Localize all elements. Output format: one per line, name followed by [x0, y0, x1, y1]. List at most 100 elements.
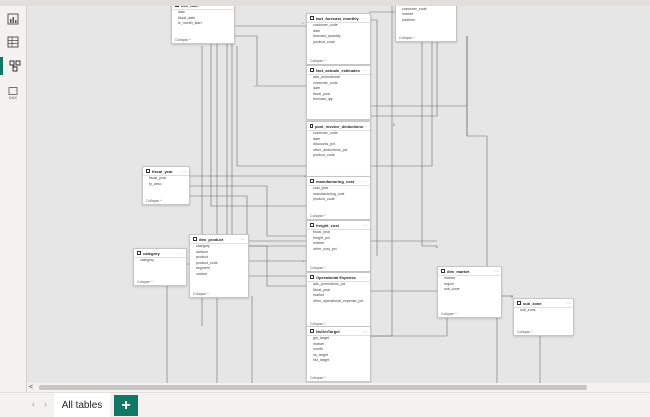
table-icon	[310, 124, 313, 128]
more-options-icon[interactable]: ···	[227, 6, 231, 8]
table-card-post-invoice-deductions[interactable]: post_invoice_deductions ··· customer_code…	[306, 121, 371, 177]
collapse-toggle[interactable]: Collapse ^	[310, 266, 326, 270]
table-card-category[interactable]: category ··· category Collapse ^	[133, 248, 187, 286]
previous-tab-arrow[interactable]: ‹	[32, 399, 35, 409]
next-tab-arrow[interactable]: ›	[44, 399, 47, 409]
more-options-icon[interactable]: ···	[241, 237, 245, 242]
table-title: category	[143, 250, 160, 256]
model-view-button[interactable]	[0, 57, 26, 75]
column-item[interactable]: platform	[396, 18, 456, 24]
table-card-nsgm-target[interactable]: NsGmTarget ··· gm_target market month ns_…	[306, 326, 371, 382]
bottom-tab-bar: ‹ › All tables +	[0, 392, 650, 417]
table-card-sub-zone[interactable]: sub_zone ··· sub_zone Collapse ^	[513, 298, 574, 336]
table-card-dim-date[interactable]: dim_date··· date fiscal_date is_month_st…	[171, 6, 235, 44]
column-item[interactable]: variant	[190, 272, 248, 278]
report-icon	[7, 13, 19, 25]
more-options-icon[interactable]: ···	[363, 124, 367, 129]
model-canvas[interactable]: 1* *1 *1 11 1* dim_date··· date fiscal_d…	[27, 6, 650, 383]
table-title: fact_forecast_monthly	[316, 15, 359, 21]
more-options-icon[interactable]: ···	[179, 251, 183, 256]
data-icon	[7, 36, 19, 48]
collapse-toggle[interactable]: Collapse ^	[146, 199, 162, 203]
table-icon	[441, 269, 445, 273]
table-title: dim_product	[199, 236, 224, 242]
collapse-toggle[interactable]: Collapse ^	[193, 292, 209, 296]
left-nav: DAX	[0, 6, 27, 392]
collapse-toggle[interactable]: Collapse ^	[517, 330, 533, 334]
table-icon	[310, 329, 314, 333]
table-card-manufacturing-cost[interactable]: manufacturing_cost ··· cost_year manufact…	[306, 176, 371, 220]
more-options-icon[interactable]: ···	[182, 169, 186, 174]
collapse-toggle[interactable]: Collapse ^	[310, 214, 326, 218]
table-icon	[193, 237, 197, 241]
column-item[interactable]: product_code	[307, 197, 370, 203]
column-item[interactable]: forecast_qty	[307, 97, 370, 103]
more-options-icon[interactable]: ···	[363, 179, 367, 184]
collapse-toggle[interactable]: Collapse ^	[310, 59, 326, 63]
svg-text:*: *	[254, 85, 256, 89]
table-icon	[310, 275, 314, 279]
report-view-button[interactable]	[4, 10, 22, 28]
add-layout-button[interactable]: +	[114, 395, 138, 416]
scroll-left-button[interactable]: <	[29, 383, 33, 392]
table-title: dim_date	[181, 6, 227, 8]
table-title: fact_actuals_estimates	[316, 67, 360, 73]
table-card-fact-actuals-estimates[interactable]: fact_actuals_estimates ··· add_promotiona…	[306, 65, 371, 120]
table-icon	[137, 251, 141, 255]
svg-text:1: 1	[393, 123, 395, 127]
dax-query-icon	[8, 86, 18, 95]
more-options-icon[interactable]: ···	[363, 329, 367, 334]
column-item[interactable]: other_operational_expense_pct	[307, 299, 370, 305]
table-title: manufacturing_cost	[316, 178, 355, 184]
table-card-fiscal-year[interactable]: fiscal_year ··· fiscal_year fy_desc Colla…	[142, 166, 190, 205]
scrollbar-thumb[interactable]	[39, 385, 587, 390]
column-item[interactable]: fy_desc	[143, 182, 189, 188]
table-card-operational-expense[interactable]: Operational Expense ··· ads_promotions_pc…	[306, 272, 371, 328]
more-options-icon[interactable]: ···	[363, 275, 367, 280]
more-options-icon[interactable]: ···	[363, 16, 367, 21]
column-item[interactable]: other_cost_pct	[307, 247, 370, 253]
collapse-toggle[interactable]: Collapse ^	[175, 38, 191, 42]
svg-text:1: 1	[436, 245, 438, 249]
svg-text:*: *	[303, 260, 305, 264]
table-card-fact-forecast-monthly[interactable]: fact_forecast_monthly ··· customer_code d…	[306, 13, 371, 65]
table-title: sub_zone	[523, 300, 542, 306]
more-options-icon[interactable]: ···	[363, 223, 367, 228]
svg-text:*: *	[302, 22, 304, 26]
table-title: NsGmTarget	[316, 328, 340, 334]
table-icon	[310, 179, 314, 183]
table-card-freight-cost[interactable]: freight_cost ··· fiscal_year freight_pct …	[306, 220, 371, 272]
column-item[interactable]: product_code	[307, 40, 370, 46]
dax-query-view-button[interactable]: DAX	[4, 84, 22, 102]
table-card-dim-customer[interactable]: customer customer_code market platform C…	[395, 6, 457, 42]
more-options-icon[interactable]: ···	[494, 269, 498, 274]
table-title: post_invoice_deductions	[314, 123, 363, 129]
table-icon	[175, 6, 179, 7]
column-item[interactable]: nsr_target	[307, 358, 370, 364]
more-options-icon[interactable]: ···	[566, 301, 570, 306]
column-item[interactable]: product_code	[307, 153, 370, 159]
column-item[interactable]: sub_zone	[438, 287, 501, 293]
table-card-dim-market[interactable]: dim_market ··· market region sub_zone Col…	[437, 266, 502, 318]
table-card-dim-product[interactable]: dim_product ··· category division product…	[189, 234, 249, 298]
table-icon	[517, 301, 521, 305]
horizontal-scrollbar[interactable]: <	[27, 383, 650, 392]
table-icon	[310, 16, 314, 20]
more-options-icon[interactable]: ···	[363, 68, 367, 73]
tab-all-tables[interactable]: All tables	[54, 393, 110, 417]
collapse-toggle[interactable]: Collapse ^	[441, 312, 457, 316]
table-icon	[310, 68, 314, 72]
table-title: fiscal_year	[152, 168, 173, 174]
table-icon	[146, 169, 150, 173]
collapse-toggle[interactable]: Collapse ^	[399, 36, 415, 40]
column-item[interactable]: is_month_start	[172, 21, 234, 27]
collapse-toggle[interactable]: Collapse ^	[137, 280, 153, 284]
column-item[interactable]: category	[134, 258, 186, 264]
table-title: dim_market	[447, 268, 470, 274]
table-view-button[interactable]	[4, 33, 22, 51]
model-icon	[9, 60, 20, 72]
collapse-toggle[interactable]: Collapse ^	[310, 376, 326, 380]
table-title: Operational Expense	[316, 274, 356, 280]
column-item[interactable]: sub_zone	[514, 308, 573, 314]
table-title: freight_cost	[316, 222, 339, 228]
